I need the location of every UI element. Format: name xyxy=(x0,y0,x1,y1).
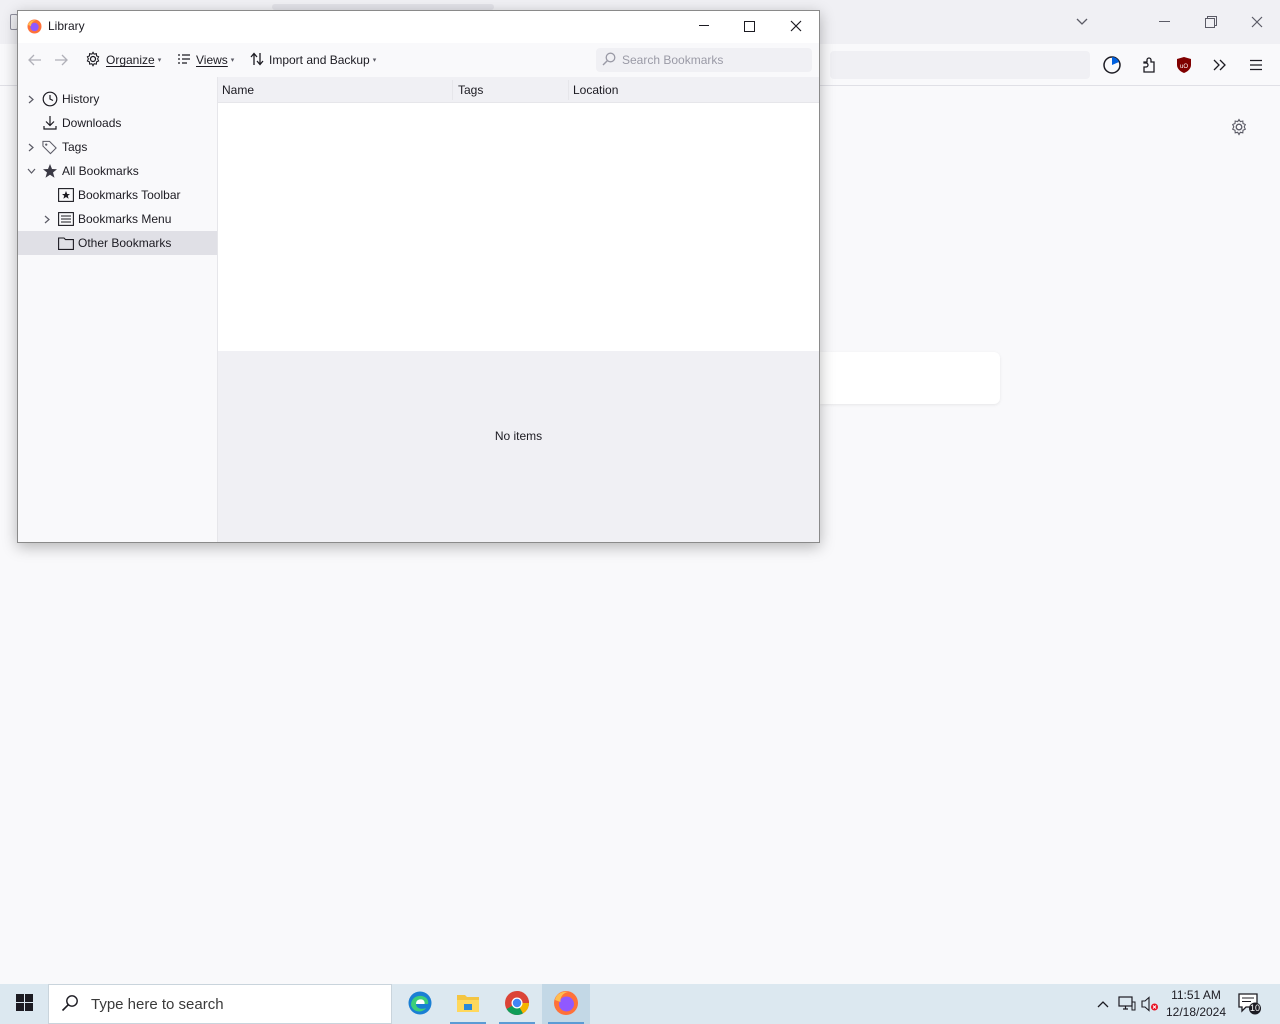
overflow-chevrons-icon[interactable] xyxy=(1207,53,1233,77)
organize-label: Organize xyxy=(106,53,155,67)
chevron-down-icon[interactable] xyxy=(26,166,36,176)
views-list-icon xyxy=(177,53,191,68)
sidebar-item-other-bookmarks[interactable]: Other Bookmarks xyxy=(18,231,217,255)
action-center-notification-icon[interactable]: 10 xyxy=(1238,993,1262,1015)
page-settings-gear-icon[interactable] xyxy=(1228,116,1250,138)
bookmarks-toolbar-icon xyxy=(58,187,74,203)
bookmarks-content-pane: Name Tags Location No items xyxy=(218,77,819,542)
sidebar-item-bookmarks-toolbar[interactable]: Bookmarks Toolbar xyxy=(18,183,217,207)
column-header-name[interactable]: Name xyxy=(222,83,254,97)
dropdown-arrow-icon: ▾ xyxy=(157,57,162,64)
show-hidden-icons-chevron-icon[interactable] xyxy=(1093,994,1113,1014)
taskbar-search-box[interactable]: Type here to search xyxy=(48,984,392,1024)
sidebar-item-label: Bookmarks Toolbar xyxy=(78,188,181,202)
firefox-app-icon xyxy=(27,19,42,34)
no-items-message: No items xyxy=(494,429,543,443)
extensions-puzzle-icon[interactable] xyxy=(1136,53,1162,77)
back-button[interactable] xyxy=(25,51,45,69)
chevron-right-icon[interactable] xyxy=(26,94,36,104)
browser-restore-button[interactable] xyxy=(1196,8,1226,36)
chevron-right-icon[interactable] xyxy=(26,142,36,152)
search-icon xyxy=(602,52,616,69)
sidebar-item-history[interactable]: History xyxy=(18,87,217,111)
clock-icon xyxy=(42,91,58,107)
url-bar[interactable] xyxy=(830,51,1090,79)
dropdown-arrow-icon: ▾ xyxy=(230,57,235,64)
search-bookmarks-input[interactable] xyxy=(622,53,802,67)
list-all-tabs-button[interactable] xyxy=(1067,8,1097,36)
library-maximize-button[interactable] xyxy=(727,11,772,41)
sidebar-item-label: All Bookmarks xyxy=(62,164,139,178)
sidebar-item-label: Downloads xyxy=(62,116,122,130)
import-export-arrows-icon xyxy=(250,52,264,69)
volume-muted-icon[interactable] xyxy=(1140,994,1160,1014)
bookmarks-menu-icon xyxy=(58,211,74,227)
taskbar-search-placeholder: Type here to search xyxy=(91,995,224,1013)
dropdown-arrow-icon: ▾ xyxy=(372,57,377,64)
star-icon xyxy=(42,163,58,179)
clock-date: 12/18/2024 xyxy=(1165,1005,1227,1019)
sidebar-item-label: History xyxy=(62,92,100,106)
file-explorer-icon xyxy=(456,992,480,1017)
browser-minimize-button[interactable] xyxy=(1150,8,1180,36)
edge-icon xyxy=(407,990,433,1019)
svg-text:uO: uO xyxy=(1180,64,1188,70)
column-header-row: Name Tags Location xyxy=(218,77,819,103)
hamburger-menu-icon[interactable] xyxy=(1243,53,1269,77)
views-button[interactable]: Views ▾ xyxy=(177,51,234,69)
library-sidebar-tree: History Downloads Tags All Bookmarks Boo… xyxy=(18,77,218,542)
library-title: Library xyxy=(48,19,85,33)
windows-taskbar: Type here to search 11:51 AM 12/18/2024 xyxy=(0,984,1280,1024)
taskbar-app-file-explorer[interactable] xyxy=(444,984,492,1024)
taskbar-app-firefox[interactable] xyxy=(542,984,590,1024)
forward-button[interactable] xyxy=(51,51,71,69)
details-pane: No items xyxy=(218,351,819,542)
views-label: Views xyxy=(196,53,228,67)
firefox-icon xyxy=(553,990,579,1019)
sidebar-item-tags[interactable]: Tags xyxy=(18,135,217,159)
search-bookmarks-field[interactable] xyxy=(596,48,812,72)
column-header-tags[interactable]: Tags xyxy=(458,83,483,97)
taskbar-app-chrome[interactable] xyxy=(493,984,541,1024)
browser-close-button[interactable] xyxy=(1242,8,1272,36)
taskbar-app-edge[interactable] xyxy=(396,984,444,1024)
background-card xyxy=(820,352,1000,404)
library-title-bar[interactable]: Library xyxy=(18,11,819,43)
sidebar-item-downloads[interactable]: Downloads xyxy=(18,111,217,135)
windows-logo-icon xyxy=(15,994,33,1014)
library-minimize-button[interactable] xyxy=(682,11,727,41)
system-clock[interactable]: 11:51 AM 12/18/2024 xyxy=(1160,987,1232,1021)
clock-time: 11:51 AM xyxy=(1171,988,1221,1002)
bookmarks-list[interactable] xyxy=(218,103,819,351)
download-icon xyxy=(42,115,58,131)
pie-chart-extension-icon[interactable] xyxy=(1099,53,1125,77)
ublock-shield-icon[interactable]: uO xyxy=(1171,53,1197,77)
sidebar-item-all-bookmarks[interactable]: All Bookmarks xyxy=(18,159,217,183)
tag-icon xyxy=(42,139,58,155)
sidebar-item-label: Tags xyxy=(62,140,88,154)
library-toolbar: Organize ▾ Views ▾ Import and Backup ▾ xyxy=(18,43,819,77)
chrome-icon xyxy=(504,990,530,1019)
sidebar-item-label: Other Bookmarks xyxy=(78,236,172,250)
column-header-location[interactable]: Location xyxy=(573,83,618,97)
library-close-button[interactable] xyxy=(773,11,818,41)
import-backup-button[interactable]: Import and Backup ▾ xyxy=(250,51,376,69)
import-backup-label: Import and Backup xyxy=(269,53,370,67)
start-button[interactable] xyxy=(0,984,48,1024)
notification-count-badge: 10 xyxy=(1249,1003,1260,1013)
column-separator[interactable] xyxy=(568,80,569,100)
gear-icon xyxy=(85,50,101,70)
network-icon[interactable] xyxy=(1117,994,1137,1014)
chevron-right-icon[interactable] xyxy=(42,214,52,224)
organize-button[interactable]: Organize ▾ xyxy=(85,50,162,70)
sidebar-item-label: Bookmarks Menu xyxy=(78,212,172,226)
search-icon xyxy=(61,994,79,1015)
library-window: Library Organize ▾ Views ▾ Import and Ba… xyxy=(17,10,820,543)
sidebar-item-bookmarks-menu[interactable]: Bookmarks Menu xyxy=(18,207,217,231)
folder-icon xyxy=(58,235,74,251)
column-separator[interactable] xyxy=(452,80,453,100)
